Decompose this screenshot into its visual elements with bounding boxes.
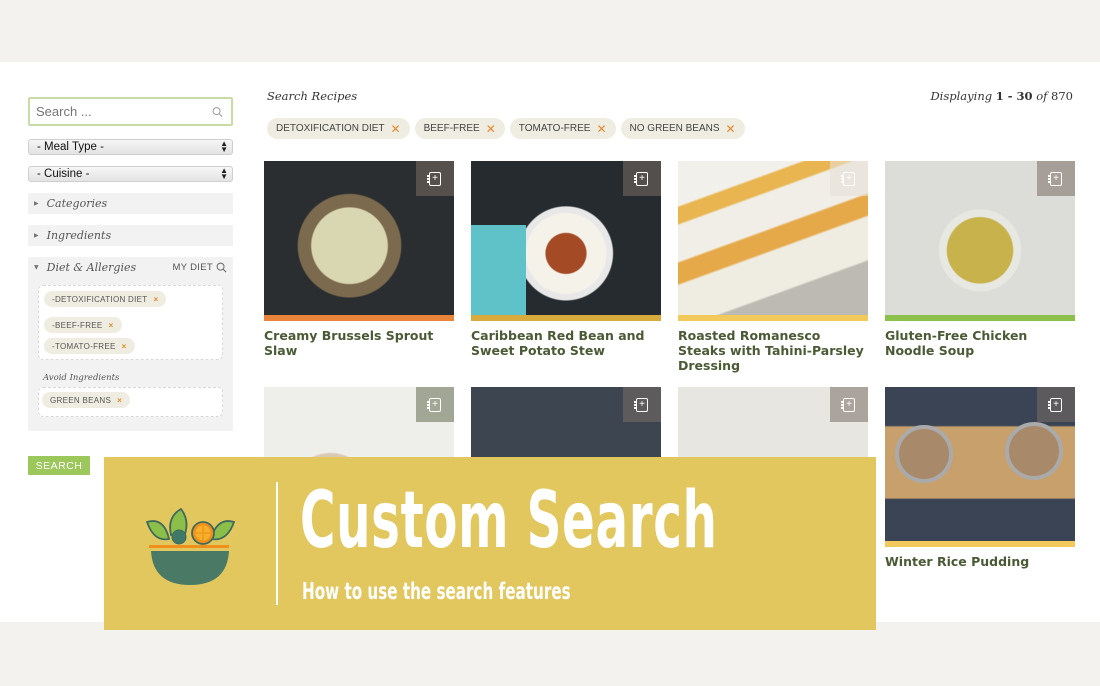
save-to-cookbook-button[interactable]: + — [623, 387, 661, 422]
recipe-card[interactable]: + Gluten-Free Chicken Noodle Soup — [885, 161, 1075, 387]
notebook-plus-icon: + — [634, 397, 648, 412]
my-diet-button[interactable]: MY DIET — [173, 262, 227, 273]
filter-tag: BEEF-FREE ✕ — [414, 118, 505, 139]
filter-tag: NO GREEN BEANS ✕ — [620, 118, 745, 139]
ingredients-accordion[interactable]: ▶ Ingredients — [28, 225, 233, 246]
avoid-ingredients-label: Avoid Ingredients — [43, 373, 120, 383]
avoid-tag-label: GREEN BEANS — [50, 395, 112, 405]
search-icon — [216, 262, 227, 273]
diet-panel: -DETOXIFICATION DIET × -BEEF-FREE × -TOMAT… — [28, 278, 233, 431]
filter-tag: DETOXIFICATION DIET ✕ — [267, 118, 410, 139]
avoid-tag: GREEN BEANS × — [42, 392, 131, 408]
notebook-plus-icon: + — [427, 397, 441, 412]
filter-label: DETOXIFICATION DIET — [276, 123, 385, 134]
recipe-image[interactable]: + — [678, 161, 868, 315]
save-to-cookbook-button[interactable]: + — [1037, 387, 1075, 422]
filter-tag: TOMATO-FREE ✕ — [509, 118, 616, 139]
remove-filter-icon[interactable]: ✕ — [726, 122, 736, 136]
recipe-title[interactable]: Gluten-Free Chicken Noodle Soup — [885, 328, 1075, 358]
recipe-card[interactable]: + Caribbean Red Bean and Sweet Potato St… — [471, 161, 661, 387]
save-to-cookbook-button[interactable]: + — [623, 161, 661, 196]
notebook-plus-icon: + — [427, 171, 441, 186]
meal-type-value: - Meal Type - — [37, 141, 104, 153]
save-to-cookbook-button[interactable]: + — [1037, 161, 1075, 196]
notebook-plus-icon: + — [841, 397, 855, 412]
save-to-cookbook-button[interactable]: + — [416, 387, 454, 422]
recipe-accent-bar — [885, 315, 1075, 321]
diet-tag-label: -TOMATO-FREE — [52, 341, 116, 351]
sidebar: - Meal Type - ▲▼ - Cuisine - ▲▼ ▶ Catego… — [28, 97, 233, 431]
diet-tag: -BEEF-FREE × — [44, 317, 122, 333]
ingredients-label: Ingredients — [46, 229, 112, 242]
remove-filter-icon[interactable]: ✕ — [596, 122, 606, 136]
remove-filter-icon[interactable]: ✕ — [486, 122, 496, 136]
recipe-title[interactable]: Roasted Romanesco Steaks with Tahini-Par… — [678, 328, 868, 373]
my-diet-label: MY DIET — [172, 262, 213, 273]
search-input[interactable] — [36, 104, 212, 119]
recipe-image[interactable]: + — [471, 161, 661, 315]
recipe-title[interactable]: Creamy Brussels Sprout Slaw — [264, 328, 454, 358]
notebook-plus-icon: + — [634, 171, 648, 186]
categories-label: Categories — [46, 197, 108, 210]
banner-divider — [276, 482, 278, 605]
page-title: Search Recipes — [267, 89, 358, 103]
diet-tag-label: -DETOXIFICATION DIET — [52, 294, 148, 304]
filter-label: NO GREEN BEANS — [629, 123, 720, 134]
results-total: 870 — [1051, 89, 1073, 103]
search-icon[interactable] — [212, 106, 223, 118]
save-to-cookbook-button[interactable]: + — [830, 387, 868, 422]
recipe-accent-bar — [264, 315, 454, 321]
search-field[interactable] — [28, 97, 233, 126]
recipe-accent-bar — [885, 541, 1075, 547]
caret-right-icon: ▶ — [34, 232, 39, 239]
diet-allergies-accordion[interactable]: ▼ Diet & Allergies MY DIET — [28, 257, 233, 278]
diet-tags-field[interactable]: -DETOXIFICATION DIET × -BEEF-FREE × -TOMAT… — [38, 285, 223, 360]
recipe-title[interactable]: Winter Rice Pudding — [885, 554, 1075, 569]
select-arrows-icon: ▲ ▼ — [220, 139, 228, 154]
recipe-card[interactable]: + Winter Rice Pudding — [885, 387, 1075, 613]
caret-down-icon: ▼ — [34, 264, 39, 271]
results-range: 1 - 30 — [995, 89, 1033, 103]
recipe-title[interactable]: Caribbean Red Bean and Sweet Potato Stew — [471, 328, 661, 358]
diet-allergies-label: Diet & Allergies — [46, 261, 137, 274]
diet-tag: -DETOXIFICATION DIET × — [44, 291, 167, 307]
remove-icon[interactable]: × — [122, 342, 127, 351]
notebook-plus-icon: + — [1048, 397, 1062, 412]
salad-bowl-logo-icon — [145, 507, 236, 585]
cuisine-select[interactable]: - Cuisine - ▲ ▼ — [28, 166, 233, 182]
select-arrows-icon: ▲ ▼ — [220, 166, 228, 181]
diet-tag-label: -BEEF-FREE — [52, 320, 103, 330]
cuisine-value: - Cuisine - — [37, 168, 90, 180]
banner-title: Custom Search — [300, 476, 718, 566]
recipe-image[interactable]: + — [264, 161, 454, 315]
recipe-card[interactable]: + Creamy Brussels Sprout Slaw — [264, 161, 454, 387]
save-to-cookbook-button[interactable]: + — [416, 161, 454, 196]
caret-right-icon: ▶ — [34, 200, 39, 207]
recipe-accent-bar — [471, 315, 661, 321]
banner-subtitle: How to use the search features — [302, 579, 571, 605]
active-filters: DETOXIFICATION DIET ✕ BEEF-FREE ✕ TOMATO-F… — [267, 118, 745, 139]
remove-icon[interactable]: × — [109, 321, 114, 330]
of-label: of — [1036, 89, 1048, 103]
filter-label: BEEF-FREE — [423, 123, 480, 134]
notebook-plus-icon: + — [841, 171, 855, 186]
diet-tag: -TOMATO-FREE × — [44, 338, 135, 354]
meal-type-select[interactable]: - Meal Type - ▲ ▼ — [28, 139, 233, 155]
save-to-cookbook-button[interactable]: + — [830, 161, 868, 196]
filter-label: TOMATO-FREE — [518, 123, 591, 134]
remove-icon[interactable]: × — [117, 396, 122, 405]
results-count: Displaying 1 - 30 of 870 — [930, 89, 1073, 103]
remove-icon[interactable]: × — [153, 295, 158, 304]
search-button[interactable]: SEARCH — [28, 456, 90, 475]
recipe-card[interactable]: + Roasted Romanesco Steaks with Tahini-P… — [678, 161, 868, 387]
notebook-plus-icon: + — [1048, 171, 1062, 186]
title-banner: Custom Search How to use the search feat… — [104, 457, 876, 630]
displaying-label: Displaying — [930, 89, 993, 103]
recipe-accent-bar — [678, 315, 868, 321]
recipe-image[interactable]: + — [885, 387, 1075, 541]
avoid-ingredients-field[interactable]: GREEN BEANS × — [38, 387, 223, 417]
remove-filter-icon[interactable]: ✕ — [391, 122, 401, 136]
recipe-image[interactable]: + — [885, 161, 1075, 315]
categories-accordion[interactable]: ▶ Categories — [28, 193, 233, 214]
